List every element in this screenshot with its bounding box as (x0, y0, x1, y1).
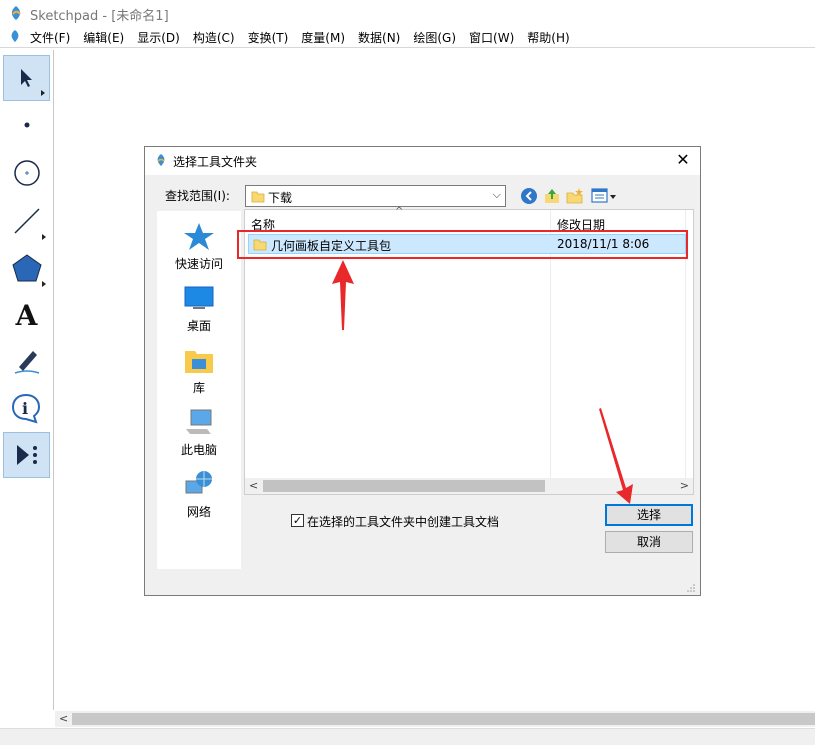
polygon-tool[interactable] (3, 245, 50, 291)
create-tool-docs-label[interactable]: 在选择的工具文件夹中创建工具文档 (307, 513, 499, 530)
straightedge-tool[interactable] (3, 198, 50, 244)
menu-measure[interactable]: 度量(M) (301, 29, 345, 46)
menu-graph[interactable]: 绘图(G) (413, 29, 456, 46)
desktop-icon (184, 286, 214, 309)
menu-data[interactable]: 数据(N) (358, 29, 400, 46)
arrow-cursor-icon (20, 69, 32, 87)
compass-circle-icon (13, 160, 40, 186)
create-tool-docs-checkbox[interactable]: ✓ (291, 514, 304, 527)
up-folder-icon[interactable] (542, 186, 562, 206)
place-label: 库 (192, 381, 205, 395)
library-folder-icon (185, 351, 213, 373)
custom-tools[interactable] (3, 432, 50, 478)
place-library[interactable]: 库 (157, 341, 241, 401)
document-icon (11, 30, 19, 42)
app-titlebar: Sketchpad - [未命名1] (0, 0, 815, 26)
text-a-icon: A (15, 298, 38, 332)
place-label: 快速访问 (174, 257, 223, 271)
place-label: 网络 (186, 505, 211, 519)
point-icon (24, 122, 29, 128)
annotation-arrow-up (332, 260, 354, 330)
place-this-pc[interactable]: 此电脑 (157, 403, 241, 463)
information-tool[interactable]: i (3, 385, 50, 431)
select-button[interactable]: 选择 (605, 504, 693, 526)
menu-bar: 文件(F) 编辑(E) 显示(D) 构造(C) 变换(T) 度量(M) 数据(N… (0, 26, 815, 48)
scroll-right-icon[interactable]: > (680, 479, 689, 492)
resize-grip-icon[interactable] (686, 583, 696, 593)
dialog-titlebar: 选择工具文件夹 ✕ (145, 147, 700, 175)
star-icon (184, 223, 214, 250)
status-bar (0, 728, 815, 745)
marker-pen-icon (14, 351, 39, 374)
close-icon[interactable]: ✕ (674, 151, 692, 169)
line-segment-icon (13, 208, 40, 234)
dialog-title: 选择工具文件夹 (173, 155, 258, 169)
menu-construct[interactable]: 构造(C) (193, 29, 235, 46)
network-globe-icon (185, 471, 212, 494)
menu-file[interactable]: 文件(F) (30, 29, 70, 46)
text-tool[interactable]: A (3, 292, 50, 338)
custom-tools-icon (16, 445, 37, 465)
menu-items: 文件(F) 编辑(E) 显示(D) 构造(C) 变换(T) 度量(M) 数据(N… (30, 29, 583, 46)
place-quick-access[interactable]: 快速访问 (157, 217, 241, 277)
menu-transform[interactable]: 变换(T) (248, 29, 289, 46)
information-icon: i (11, 393, 40, 424)
lookin-value: 下载 (268, 191, 293, 205)
scroll-left-icon[interactable]: < (249, 479, 258, 492)
lookin-label: 查找范围(I): (165, 189, 230, 203)
cancel-button[interactable]: 取消 (605, 531, 693, 553)
marker-tool[interactable] (3, 338, 50, 384)
arrow-select-tool[interactable] (3, 55, 50, 101)
view-menu-icon[interactable] (591, 186, 617, 206)
folder-icon (251, 191, 265, 203)
lookin-dropdown[interactable]: 下载 ⌵ (245, 185, 506, 207)
select-tool-folder-dialog: 选择工具文件夹 ✕ 查找范围(I): 下载 ⌵ 快速访问 桌面 库 此电脑 网络… (144, 146, 701, 596)
canvas-horizontal-scrollbar[interactable]: < (55, 711, 815, 727)
menu-window[interactable]: 窗口(W) (469, 29, 514, 46)
scrollbar-thumb[interactable] (72, 713, 815, 725)
highlight-box (237, 230, 688, 259)
menu-display[interactable]: 显示(D) (137, 29, 180, 46)
place-network[interactable]: 网络 (157, 465, 241, 525)
scroll-left-icon[interactable]: < (59, 712, 68, 725)
places-bar: 快速访问 桌面 库 此电脑 网络 (157, 211, 241, 569)
toolbox: A i (0, 50, 54, 710)
menu-edit[interactable]: 编辑(E) (83, 29, 124, 46)
sort-up-icon: ^ (395, 206, 404, 217)
svg-text:i: i (22, 399, 28, 418)
place-desktop[interactable]: 桌面 (157, 279, 241, 339)
place-label: 桌面 (186, 319, 211, 333)
dialog-app-icon (157, 154, 165, 166)
new-folder-icon[interactable] (565, 186, 585, 206)
scrollbar-thumb[interactable] (263, 480, 545, 492)
point-tool[interactable] (3, 102, 50, 148)
place-label: 此电脑 (180, 443, 217, 457)
menu-help[interactable]: 帮助(H) (527, 29, 569, 46)
app-title: Sketchpad - [未命名1] (30, 9, 169, 24)
compass-tool[interactable] (3, 150, 50, 196)
sketchpad-logo-icon (11, 6, 21, 20)
back-icon[interactable] (519, 186, 539, 206)
annotation-arrow-down (599, 408, 633, 504)
chevron-down-icon[interactable]: ⌵ (493, 188, 501, 202)
computer-icon (186, 409, 212, 434)
pentagon-icon (11, 254, 42, 282)
